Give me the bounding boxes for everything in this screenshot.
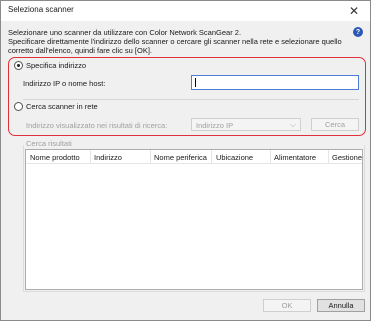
- column-divider: [270, 150, 271, 164]
- ok-button[interactable]: OK: [263, 299, 311, 312]
- results-list[interactable]: Nome prodotto Indirizzo Nome periferica …: [25, 149, 363, 290]
- text-caret: [195, 78, 196, 87]
- specify-address-radio[interactable]: [14, 61, 23, 70]
- column-header-power-supply[interactable]: Alimentatore: [274, 153, 328, 164]
- description-line-3: corretto dall'elenco, quindi fare clic s…: [8, 46, 153, 55]
- column-divider: [150, 150, 151, 164]
- close-icon: ✕: [348, 4, 360, 18]
- column-divider: [328, 150, 329, 164]
- ip-host-input[interactable]: [191, 75, 359, 90]
- close-button[interactable]: ✕: [342, 2, 366, 20]
- description-line-2: Specificare direttamente l'indirizzo del…: [8, 37, 342, 46]
- cancel-button[interactable]: Annulla: [317, 299, 365, 312]
- column-header-product-name[interactable]: Nome prodotto: [30, 153, 90, 164]
- displayed-address-select[interactable]: Indirizzo IP ⌵: [191, 118, 301, 131]
- specify-address-label[interactable]: Specifica indirizzo: [26, 61, 86, 70]
- select-scanner-dialog: Seleziona scanner ✕ Selezionare uno scan…: [0, 0, 371, 321]
- search-network-label[interactable]: Cerca scanner in rete: [26, 102, 98, 111]
- search-button[interactable]: Cerca: [311, 118, 359, 131]
- column-divider: [211, 150, 212, 164]
- dialog-title: Seleziona scanner: [8, 5, 74, 14]
- section-divider: [23, 99, 359, 100]
- column-header-management[interactable]: Gestione c: [332, 153, 362, 164]
- chevron-down-icon: ⌵: [289, 120, 296, 129]
- help-icon[interactable]: ?: [353, 27, 363, 37]
- displayed-address-value: Indirizzo IP: [196, 121, 234, 130]
- results-legend: Cerca risultati: [26, 139, 72, 148]
- column-divider: [90, 150, 91, 164]
- column-header-address[interactable]: Indirizzo: [94, 153, 148, 164]
- displayed-address-label: Indirizzo visualizzato nei risultati di …: [26, 121, 168, 130]
- description-line-1: Selezionare uno scanner da utilizzare co…: [8, 28, 242, 37]
- title-bar: Seleziona scanner ✕: [1, 1, 370, 21]
- ip-host-label: Indirizzo IP o nome host:: [23, 79, 106, 88]
- search-network-radio[interactable]: [14, 102, 23, 111]
- results-list-header: Nome prodotto Indirizzo Nome periferica …: [26, 150, 362, 164]
- column-header-location[interactable]: Ubicazione: [216, 153, 268, 164]
- description: Selezionare uno scanner da utilizzare co…: [8, 28, 348, 55]
- column-header-device-name[interactable]: Nome periferica: [154, 153, 210, 164]
